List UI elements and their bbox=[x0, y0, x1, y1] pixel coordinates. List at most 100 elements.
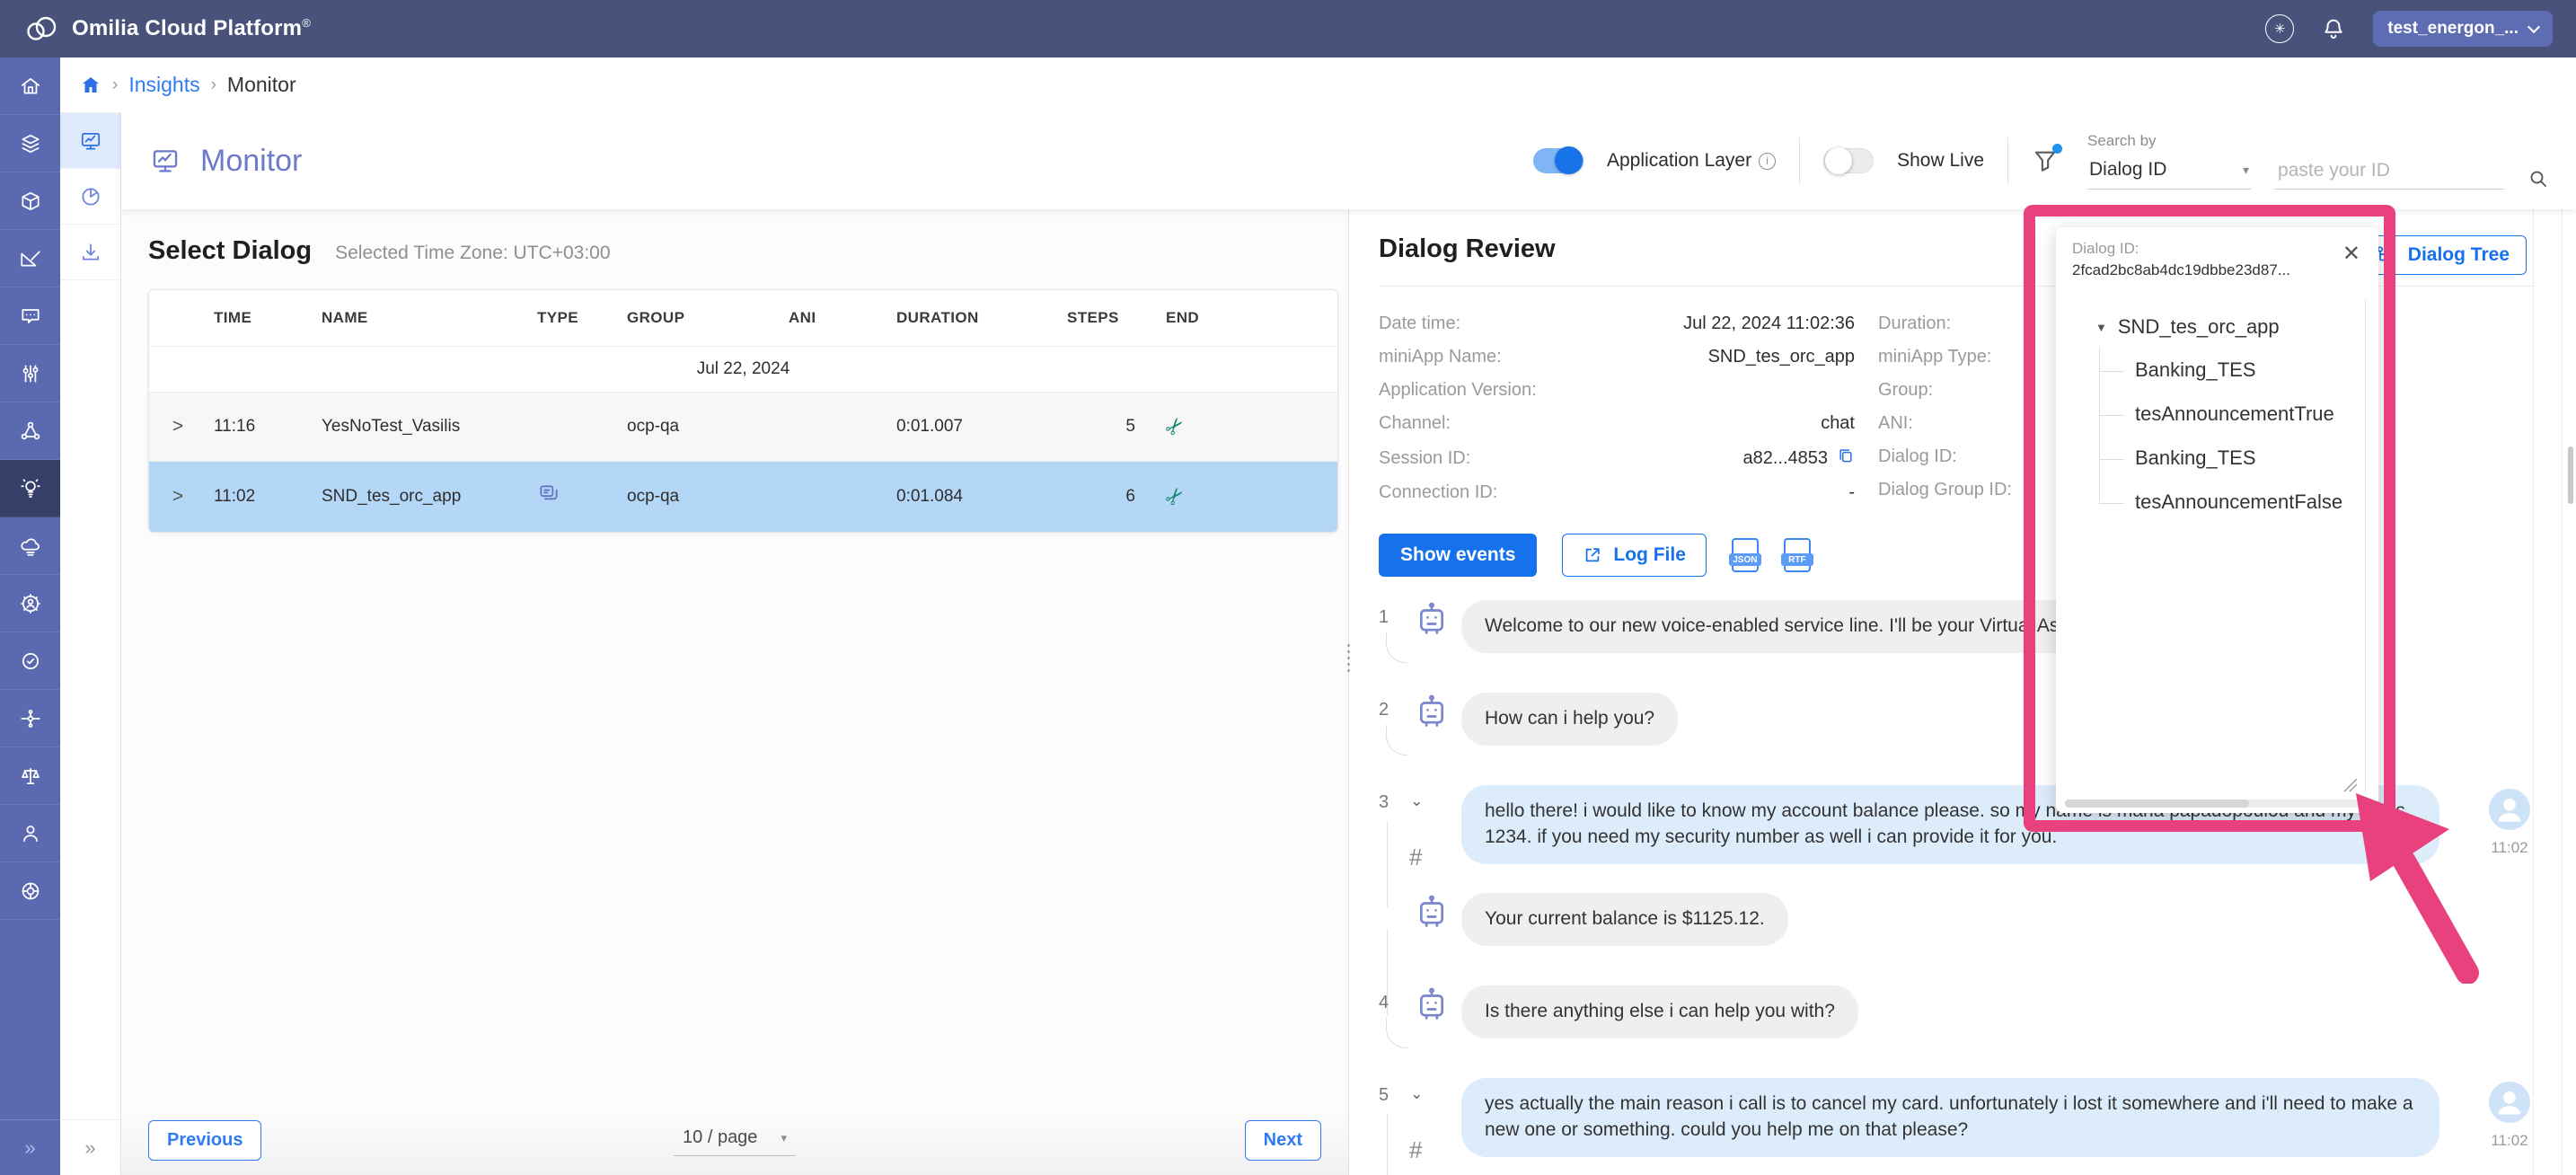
cell-end: ✂ bbox=[1159, 393, 1337, 461]
tree-root-node[interactable]: ▼ SND_tes_orc_app bbox=[2095, 315, 2366, 339]
expand-chevron-icon[interactable]: > bbox=[149, 395, 207, 458]
sidebar-item-admin[interactable] bbox=[0, 575, 60, 632]
resize-grip-icon[interactable] bbox=[2342, 777, 2359, 793]
robot-icon bbox=[1414, 895, 1450, 934]
search-button[interactable] bbox=[2527, 168, 2549, 190]
scroll-gutter-line bbox=[2533, 209, 2534, 1175]
export-json-button[interactable]: JSON bbox=[1732, 538, 1759, 572]
show-live-toggle[interactable] bbox=[1823, 148, 1874, 173]
badge-check-icon bbox=[19, 649, 42, 673]
tree-node[interactable]: Banking_TES bbox=[2135, 358, 2366, 382]
tree-expand-icon[interactable]: ▼ bbox=[2095, 321, 2107, 334]
table-row[interactable]: > 11:16 YesNoTest_Vasilis ocp-qa 0:01.00… bbox=[149, 393, 1337, 462]
copy-icon[interactable] bbox=[1837, 446, 1855, 470]
field-label: Group: bbox=[1878, 380, 1933, 401]
settings-icon[interactable]: ✳ bbox=[2265, 14, 2294, 43]
close-icon[interactable]: ✕ bbox=[2339, 240, 2364, 279]
table-header-row: TIME NAME TYPE GROUP ANI DURATION STEPS … bbox=[149, 290, 1337, 346]
lightbulb-icon bbox=[19, 477, 42, 500]
divider bbox=[1799, 137, 1800, 184]
info-icon[interactable]: i bbox=[1759, 153, 1776, 170]
dialog-tree-button[interactable]: Dialog Tree bbox=[2359, 235, 2527, 275]
user-avatar bbox=[2489, 789, 2530, 830]
sidebar-item-miniapps[interactable] bbox=[0, 172, 60, 230]
page-size-select[interactable]: 10 / page ▾ bbox=[674, 1124, 796, 1156]
sidebar-item-quality[interactable] bbox=[0, 632, 60, 690]
cell-name: SND_tes_orc_app bbox=[314, 466, 530, 527]
step-number: 2 bbox=[1379, 700, 1389, 720]
sidebar-item-tuning[interactable] bbox=[0, 345, 60, 402]
hash-icon: # bbox=[1409, 1136, 1461, 1164]
collapse-chevron-icon[interactable]: ⌄ bbox=[1410, 792, 1423, 813]
sidebar-item-support[interactable] bbox=[0, 862, 60, 920]
user-icon bbox=[19, 822, 42, 845]
page-scrollbar-thumb[interactable] bbox=[2568, 446, 2573, 504]
col-steps: STEPS bbox=[1060, 290, 1159, 346]
monitor-icon bbox=[79, 129, 102, 153]
cell-steps: 5 bbox=[1060, 396, 1159, 457]
expand-chevron-icon[interactable]: > bbox=[149, 465, 207, 528]
step-number: 4 bbox=[1379, 993, 1389, 1012]
robot-icon bbox=[1414, 602, 1450, 641]
sidebar-item-cloud[interactable] bbox=[0, 517, 60, 575]
session-id-value: a82...4853 bbox=[1742, 448, 1828, 469]
search-input[interactable] bbox=[2276, 159, 2456, 182]
next-page-button[interactable]: Next bbox=[1245, 1120, 1321, 1161]
cell-duration: 0:01.084 bbox=[889, 466, 1060, 527]
popup-horizontal-scrollbar[interactable] bbox=[2065, 800, 2362, 808]
timezone-label: Selected Time Zone: UTC+03:00 bbox=[335, 243, 610, 264]
subnav-collapse-button[interactable]: » bbox=[60, 1119, 120, 1175]
previous-page-button[interactable]: Previous bbox=[148, 1120, 261, 1161]
user-message: yes actually the main reason i call is t… bbox=[1461, 1078, 2439, 1157]
filter-button[interactable] bbox=[2032, 146, 2059, 175]
show-events-button[interactable]: Show events bbox=[1379, 534, 1537, 577]
chevron-down-icon bbox=[2527, 21, 2540, 33]
sidebar-collapse-button[interactable]: » bbox=[0, 1119, 60, 1175]
search-by-label: Search by bbox=[2087, 132, 2251, 150]
tree-node[interactable]: Banking_TES bbox=[2135, 446, 2366, 470]
dialog-review-pane: Dialog Review Dialog Tree Date time:Jul … bbox=[1350, 209, 2576, 1175]
field-label: Dialog Group ID: bbox=[1878, 480, 2012, 500]
box-icon bbox=[19, 190, 42, 213]
sidebar-item-legal[interactable] bbox=[0, 747, 60, 805]
sidebar-item-orchestrator[interactable] bbox=[0, 402, 60, 460]
bell-icon[interactable] bbox=[2321, 16, 2346, 41]
cell-steps: 6 bbox=[1060, 466, 1159, 527]
table-row-selected[interactable]: > 11:02 SND_tes_orc_app ocp-qa 0:01.084 … bbox=[149, 462, 1337, 532]
cell-type bbox=[530, 462, 620, 532]
sidebar-item-conversations[interactable] bbox=[0, 287, 60, 345]
collapse-chevron-icon[interactable]: ⌄ bbox=[1410, 1085, 1423, 1106]
external-link-icon bbox=[1583, 545, 1602, 565]
tree-node[interactable]: tesAnnouncementFalse bbox=[2135, 490, 2366, 514]
pie-chart-icon bbox=[79, 185, 102, 208]
user-menu-button[interactable]: test_energon_... bbox=[2373, 11, 2553, 47]
chat-copy-icon bbox=[537, 482, 560, 506]
sidebar-item-users[interactable] bbox=[0, 805, 60, 862]
bot-message: Is there anything else i can help you wi… bbox=[1461, 985, 1858, 1038]
breadcrumb-insights[interactable]: Insights bbox=[128, 73, 199, 97]
show-live-label: Show Live bbox=[1897, 150, 1984, 172]
home-icon[interactable] bbox=[80, 75, 101, 96]
sidebar-item-layers[interactable] bbox=[0, 115, 60, 172]
sidebar-item-integrations[interactable] bbox=[0, 690, 60, 747]
search-icon bbox=[2527, 168, 2549, 190]
primary-sidebar: » bbox=[0, 57, 60, 1175]
tree-node[interactable]: tesAnnouncementTrue bbox=[2135, 402, 2366, 426]
subnav-item-reports[interactable] bbox=[60, 169, 120, 225]
pagination: Previous 10 / page ▾ Next bbox=[121, 1105, 1348, 1175]
app-title: Omilia Cloud Platform® bbox=[72, 16, 311, 41]
search-by-select[interactable]: Dialog ID ▾ bbox=[2087, 154, 2251, 190]
subnav-item-export[interactable] bbox=[60, 225, 120, 280]
subnav-item-monitor[interactable] bbox=[60, 113, 120, 169]
log-file-button[interactable]: Log File bbox=[1562, 534, 1707, 577]
insights-sidebar: » bbox=[60, 112, 121, 1175]
home-icon bbox=[19, 75, 42, 98]
sidebar-item-insights[interactable] bbox=[0, 460, 60, 517]
export-rtf-button[interactable]: RTF bbox=[1784, 538, 1811, 572]
message-step-4: 4 Is there anything else i can help you … bbox=[1379, 985, 2533, 1038]
network-icon bbox=[19, 420, 42, 443]
field-label: miniApp Type: bbox=[1878, 347, 1991, 367]
sidebar-item-measure[interactable] bbox=[0, 230, 60, 287]
sidebar-item-home[interactable] bbox=[0, 57, 60, 115]
application-layer-toggle[interactable] bbox=[1533, 148, 1584, 173]
